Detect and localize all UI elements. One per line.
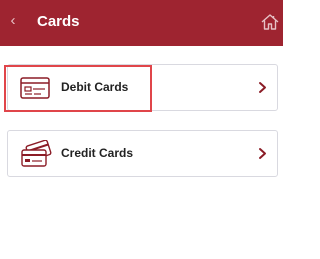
chevron-right-icon [259, 148, 266, 159]
credit-cards-icon [21, 140, 52, 167]
chevron-left-icon: ‹ [10, 12, 16, 29]
credit-cards-label: Credit Cards [61, 146, 134, 160]
home-icon [261, 14, 279, 30]
debit-cards-item[interactable]: Debit Cards [7, 64, 278, 111]
debit-cards-label: Debit Cards [61, 80, 129, 94]
back-button[interactable]: ‹ [3, 9, 23, 33]
app-header: ‹ Cards [0, 0, 283, 46]
home-button[interactable] [260, 12, 280, 32]
debit-card-icon [20, 77, 50, 99]
chevron-right-icon [259, 82, 266, 93]
page-title: Cards [37, 13, 80, 30]
credit-cards-item[interactable]: Credit Cards [7, 130, 278, 177]
